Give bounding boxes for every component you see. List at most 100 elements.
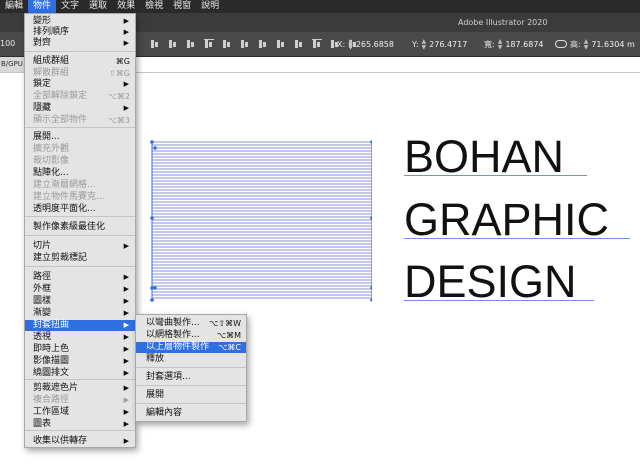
- menu-item-group[interactable]: 組成群組 ⌘G: [25, 56, 135, 67]
- menu-select[interactable]: 選取: [84, 0, 112, 13]
- menu-item-rasterize[interactable]: 點陣化...: [25, 168, 135, 179]
- height-stepper-icon[interactable]: ▲ ▼: [584, 38, 589, 51]
- document-tab[interactable]: B/GPU: [0, 57, 24, 72]
- anchor-point[interactable]: [150, 298, 154, 302]
- menu-item-clipping-mask[interactable]: 剪裁遮色片 ▶: [25, 383, 135, 394]
- y-stepper-icon[interactable]: ▲ ▼: [422, 38, 427, 51]
- menu-item-expand-appearance[interactable]: 擴充外觀: [25, 144, 135, 155]
- align-center-icon[interactable]: [168, 39, 178, 49]
- menu-item-pattern[interactable]: 圖樣 ▶: [25, 296, 135, 307]
- submenu-arrow-icon: ▶: [123, 80, 129, 88]
- anchor-point[interactable]: [153, 286, 157, 290]
- menu-item-flatten-transparency[interactable]: 透明度平面化...: [25, 204, 135, 215]
- constrain-proportions-link-icon[interactable]: [555, 40, 567, 48]
- menu-item-artboards[interactable]: 工作區域 ▶: [25, 407, 135, 418]
- menu-item-lock[interactable]: 鎖定 ▶: [25, 79, 135, 90]
- submenu-item-release[interactable]: 釋放: [136, 354, 246, 365]
- width-stepper-icon[interactable]: ▲ ▼: [498, 38, 503, 51]
- striped-rectangle-artwork[interactable]: [150, 140, 372, 303]
- menu-separator: [25, 379, 135, 380]
- submenu-arrow-icon: ▶: [123, 39, 129, 47]
- menu-effect[interactable]: 效果: [112, 0, 140, 13]
- menu-item-text-wrap[interactable]: 繞圖排文 ▶: [25, 368, 135, 379]
- menu-window[interactable]: 視窗: [168, 0, 196, 13]
- menu-item-label: 變形: [33, 16, 52, 26]
- submenu-item-shortcut: ⌥⇧⌘W: [209, 319, 241, 328]
- menu-item-label: 繞圖排文: [33, 368, 70, 378]
- height-label: 高:: [570, 40, 581, 49]
- submenu-item-envelope-options[interactable]: 封套選項...: [136, 372, 246, 383]
- menu-separator: [25, 266, 135, 267]
- submenu-separator: [136, 367, 246, 368]
- align-top-icon[interactable]: [204, 39, 214, 49]
- menu-item-shape[interactable]: 外框 ▶: [25, 284, 135, 295]
- distribute-right-icon[interactable]: [294, 39, 304, 49]
- menu-item-label: 擴充外觀: [33, 144, 70, 154]
- menu-item-compound-path[interactable]: 複合路徑 ▶: [25, 395, 135, 406]
- menu-item-transform[interactable]: 變形 ▶: [25, 16, 135, 27]
- distribute-top-icon[interactable]: [312, 39, 322, 49]
- menu-help[interactable]: 說明: [196, 0, 224, 13]
- menu-item-label: 外框: [33, 284, 52, 294]
- x-stepper-icon[interactable]: ▲ ▼: [348, 38, 353, 51]
- submenu-item-shortcut: ⌥⌘C: [218, 343, 241, 352]
- align-middle-icon[interactable]: [222, 39, 232, 49]
- menu-item-arrange[interactable]: 排列順序 ▶: [25, 27, 135, 38]
- menu-item-shortcut: ⇧⌘G: [109, 69, 130, 78]
- align-right-icon[interactable]: [186, 39, 196, 49]
- menu-item-make-pixel-perfect[interactable]: 製作像素級最佳化: [25, 222, 135, 233]
- submenu-item-edit-contents[interactable]: 編輯內容: [136, 408, 246, 419]
- y-value-field[interactable]: 276.4717: [429, 40, 467, 49]
- menu-object[interactable]: 物件: [28, 0, 57, 13]
- align-bottom-icon[interactable]: [240, 39, 250, 49]
- menu-view[interactable]: 檢視: [140, 0, 168, 13]
- menu-item-unlock-all[interactable]: 全部解除鎖定 ⌥⌘2: [25, 91, 135, 102]
- menu-edit[interactable]: 編輯: [0, 0, 28, 13]
- submenu-item-make-with-warp[interactable]: 以彎曲製作... ⌥⇧⌘W: [136, 318, 246, 329]
- submenu-item-label: 以上層物件製作: [146, 342, 210, 352]
- submenu-item-label: 封套選項...: [146, 372, 191, 382]
- distribute-left-icon[interactable]: [258, 39, 268, 49]
- anchor-point[interactable]: [370, 140, 372, 144]
- menu-item-live-paint[interactable]: 即時上色 ▶: [25, 344, 135, 355]
- submenu-item-expand[interactable]: 展開: [136, 390, 246, 401]
- menu-item-label: 影像描圖: [33, 356, 70, 366]
- menu-item-label: 透明度平面化...: [33, 204, 96, 214]
- menu-item-image-trace[interactable]: 影像描圖 ▶: [25, 356, 135, 367]
- menu-item-path[interactable]: 路徑 ▶: [25, 272, 135, 283]
- x-value-field[interactable]: 265.6858: [356, 40, 394, 49]
- menu-item-envelope-distort[interactable]: 封套扭曲 ▶: [25, 320, 135, 331]
- menu-item-blend[interactable]: 漸變 ▶: [25, 308, 135, 319]
- menu-item-perspective[interactable]: 透視 ▶: [25, 332, 135, 343]
- submenu-item-make-with-top-object[interactable]: 以上層物件製作 ⌥⌘C: [136, 342, 246, 353]
- menu-item-create-object-mosaic[interactable]: 建立物件馬賽克...: [25, 192, 135, 203]
- anchor-point[interactable]: [370, 298, 372, 302]
- text-baseline-3: [404, 300, 594, 301]
- menu-type[interactable]: 文字: [56, 0, 84, 13]
- anchor-point[interactable]: [153, 146, 157, 150]
- menu-item-collect-for-export[interactable]: 收集以供轉存 ▶: [25, 436, 135, 447]
- menu-item-create-gradient-mesh[interactable]: 建立漸層網格...: [25, 180, 135, 191]
- submenu-arrow-icon: ▶: [123, 273, 129, 281]
- text-baseline-1: [404, 175, 587, 176]
- zoom-value[interactable]: 100: [0, 39, 15, 48]
- submenu-item-make-with-mesh[interactable]: 以網格製作... ⌥⌘M: [136, 330, 246, 341]
- text-baseline-2: [404, 238, 630, 239]
- anchor-point[interactable]: [150, 216, 154, 220]
- menu-item-crop-image[interactable]: 裁切影像: [25, 156, 135, 167]
- align-left-icon[interactable]: [150, 39, 160, 49]
- height-value-field[interactable]: 71.6304 m: [591, 40, 634, 49]
- menu-item-graph[interactable]: 圖表 ▶: [25, 419, 135, 430]
- menu-item-hide[interactable]: 隱藏 ▶: [25, 103, 135, 114]
- distribute-center-icon[interactable]: [276, 39, 286, 49]
- menu-item-label: 路徑: [33, 272, 52, 282]
- y-coordinate: Y: ▲ ▼ 276.4717: [412, 38, 467, 51]
- menu-item-expand[interactable]: 展開...: [25, 132, 135, 143]
- width-value-field[interactable]: 187.6874: [505, 40, 543, 49]
- menu-item-ungroup[interactable]: 解散群組 ⇧⌘G: [25, 68, 135, 79]
- anchor-point[interactable]: [150, 140, 154, 144]
- menu-item-create-trim-marks[interactable]: 建立剪裁標記: [25, 253, 135, 264]
- menu-item-slice[interactable]: 切片 ▶: [25, 241, 135, 252]
- menu-item-show-all[interactable]: 顯示全部物件 ⌥⌘3: [25, 115, 135, 126]
- menu-item-align[interactable]: 對齊 ▶: [25, 38, 135, 49]
